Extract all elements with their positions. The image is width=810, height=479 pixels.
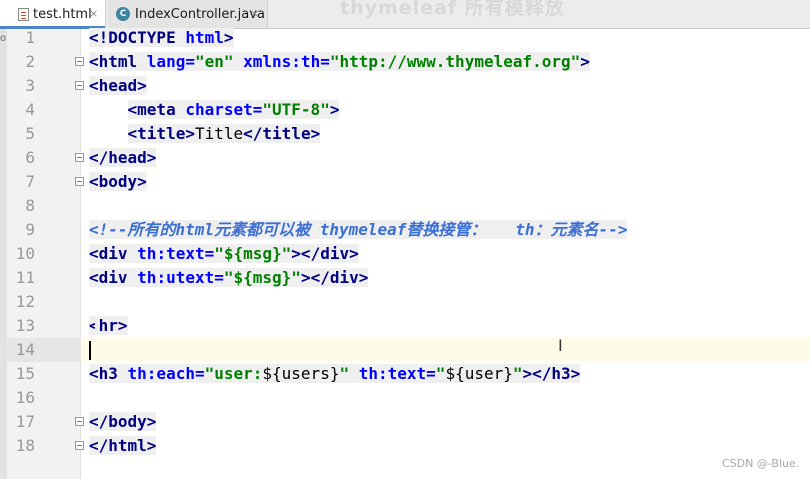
code-token: <html (89, 52, 147, 71)
code-token: <div (89, 268, 138, 287)
code-token: <meta (127, 100, 186, 119)
code-token: "user: (204, 364, 263, 383)
line-number: 14 (15, 340, 35, 359)
code-token: </body> (89, 412, 157, 431)
project-panel-edge[interactable] (0, 29, 7, 479)
code-token: </head> (89, 148, 157, 167)
code-token: "${msg}" (214, 244, 292, 263)
line-number: 7 (25, 172, 35, 191)
line-number: 11 (15, 268, 35, 287)
code-line-1[interactable]: <!DOCTYPE html> (89, 26, 234, 50)
code-token: </html> (89, 436, 157, 455)
current-line-highlight (81, 338, 810, 362)
code-line-9[interactable]: <!--所有的html元素都可以被 thymeleaf替换接管： th：元素名-… (89, 218, 628, 242)
code-token: > (580, 52, 590, 71)
code-token: th:utext= (137, 268, 224, 287)
code-comment: <!--所有的html元素都可以被 thymeleaf替换接管： th：元素名-… (89, 220, 628, 239)
code-token: > (329, 100, 340, 119)
code-token: <title> (127, 124, 195, 143)
code-line-15[interactable]: <h3 th:each="user:${users}" th:text="${u… (89, 362, 581, 386)
code-token: <h3 (89, 364, 128, 383)
code-token: ${users} (262, 364, 340, 383)
code-token: th:each= (127, 364, 205, 383)
line-number: 4 (25, 100, 35, 119)
tab-test-html[interactable]: test.html × (0, 0, 106, 29)
code-line-11[interactable]: <div th:utext="${msg}"></div> (89, 266, 369, 290)
code-token: <body> (89, 172, 147, 191)
video-watermark: thymeleaf 所有模释放 (340, 0, 565, 19)
code-line-17[interactable]: </body> (89, 410, 157, 434)
code-token: ></div> (291, 244, 359, 263)
line-number: 2 (25, 52, 35, 71)
code-line-5[interactable]: <title>Title</title> (89, 122, 321, 146)
close-icon[interactable]: × (250, 7, 259, 20)
fold-marker-icon[interactable] (75, 417, 84, 426)
code-token: hr> (98, 316, 128, 335)
code-token: xmlns:th= (233, 52, 330, 71)
line-number: 13 (15, 316, 35, 335)
tab-label: IndexController.java (135, 6, 265, 22)
line-number: 16 (15, 388, 35, 407)
code-token: th:text= (349, 364, 436, 383)
code-token: <head> (89, 76, 147, 95)
line-number: 3 (25, 76, 35, 95)
line-number: 18 (15, 436, 35, 455)
line-number: 9 (25, 220, 35, 239)
code-token: <!DOCTYPE (89, 28, 186, 47)
code-line-7[interactable]: <body> (89, 170, 147, 194)
code-line-18[interactable]: </html> (89, 434, 157, 458)
code-token: > (223, 28, 234, 47)
code-token: " (512, 364, 523, 383)
fold-marker-icon[interactable] (75, 81, 84, 90)
line-number: 15 (15, 364, 35, 383)
csdn-watermark: CSDN @-Blue. (722, 457, 800, 470)
code-token: " (339, 364, 350, 383)
line-number: 17 (15, 412, 35, 431)
code-line-10[interactable]: <div th:text="${msg}"></div> (89, 242, 359, 266)
code-line-3[interactable]: <head> (89, 74, 147, 98)
line-number: 6 (25, 148, 35, 167)
fold-marker-icon[interactable] (75, 57, 84, 66)
code-token: ></h3> (522, 364, 581, 383)
code-token: <div (89, 244, 138, 263)
line-number: 5 (25, 124, 35, 143)
line-number: 8 (25, 196, 35, 215)
java-class-icon: C (116, 7, 130, 21)
line-number: 10 (15, 244, 35, 263)
code-token: </title> (243, 124, 321, 143)
code-token: html (185, 28, 224, 47)
tab-label: test.html (33, 6, 92, 22)
code-token: "en" (194, 52, 234, 71)
code-line-6[interactable]: </head> (89, 146, 157, 170)
mouse-ibeam-cursor-icon: I (558, 336, 563, 355)
code-token: Title (194, 124, 244, 143)
fold-marker-icon[interactable] (75, 441, 84, 450)
code-token: lang= (146, 52, 195, 71)
code-token: ${user} (445, 364, 513, 383)
code-line-2[interactable]: <html lang="en" xmlns:th="http://www.thy… (89, 50, 590, 74)
line-number: 12 (15, 292, 35, 311)
code-token: th:text= (137, 244, 215, 263)
code-token: "http://www.thymeleaf.org" (329, 52, 581, 71)
code-token: " (435, 364, 446, 383)
fold-marker-icon[interactable] (75, 153, 84, 162)
close-icon[interactable]: × (89, 7, 98, 20)
text-caret (89, 341, 91, 360)
code-token: charset= (185, 100, 263, 119)
tab-index-controller[interactable]: C IndexController.java × (108, 0, 268, 28)
line-number: 1 (25, 28, 35, 47)
code-line-4[interactable]: <meta charset="UTF-8"> (89, 98, 340, 122)
code-token: "${msg}" (223, 268, 301, 287)
fold-marker-icon[interactable] (75, 177, 84, 186)
code-token: ></div> (300, 268, 369, 287)
code-token: "UTF-8" (262, 100, 330, 119)
code-line-13[interactable]: <hr> (89, 314, 128, 338)
editor-tab-bar: test.html × C IndexController.java × thy… (0, 0, 810, 29)
html-file-icon (18, 7, 29, 21)
